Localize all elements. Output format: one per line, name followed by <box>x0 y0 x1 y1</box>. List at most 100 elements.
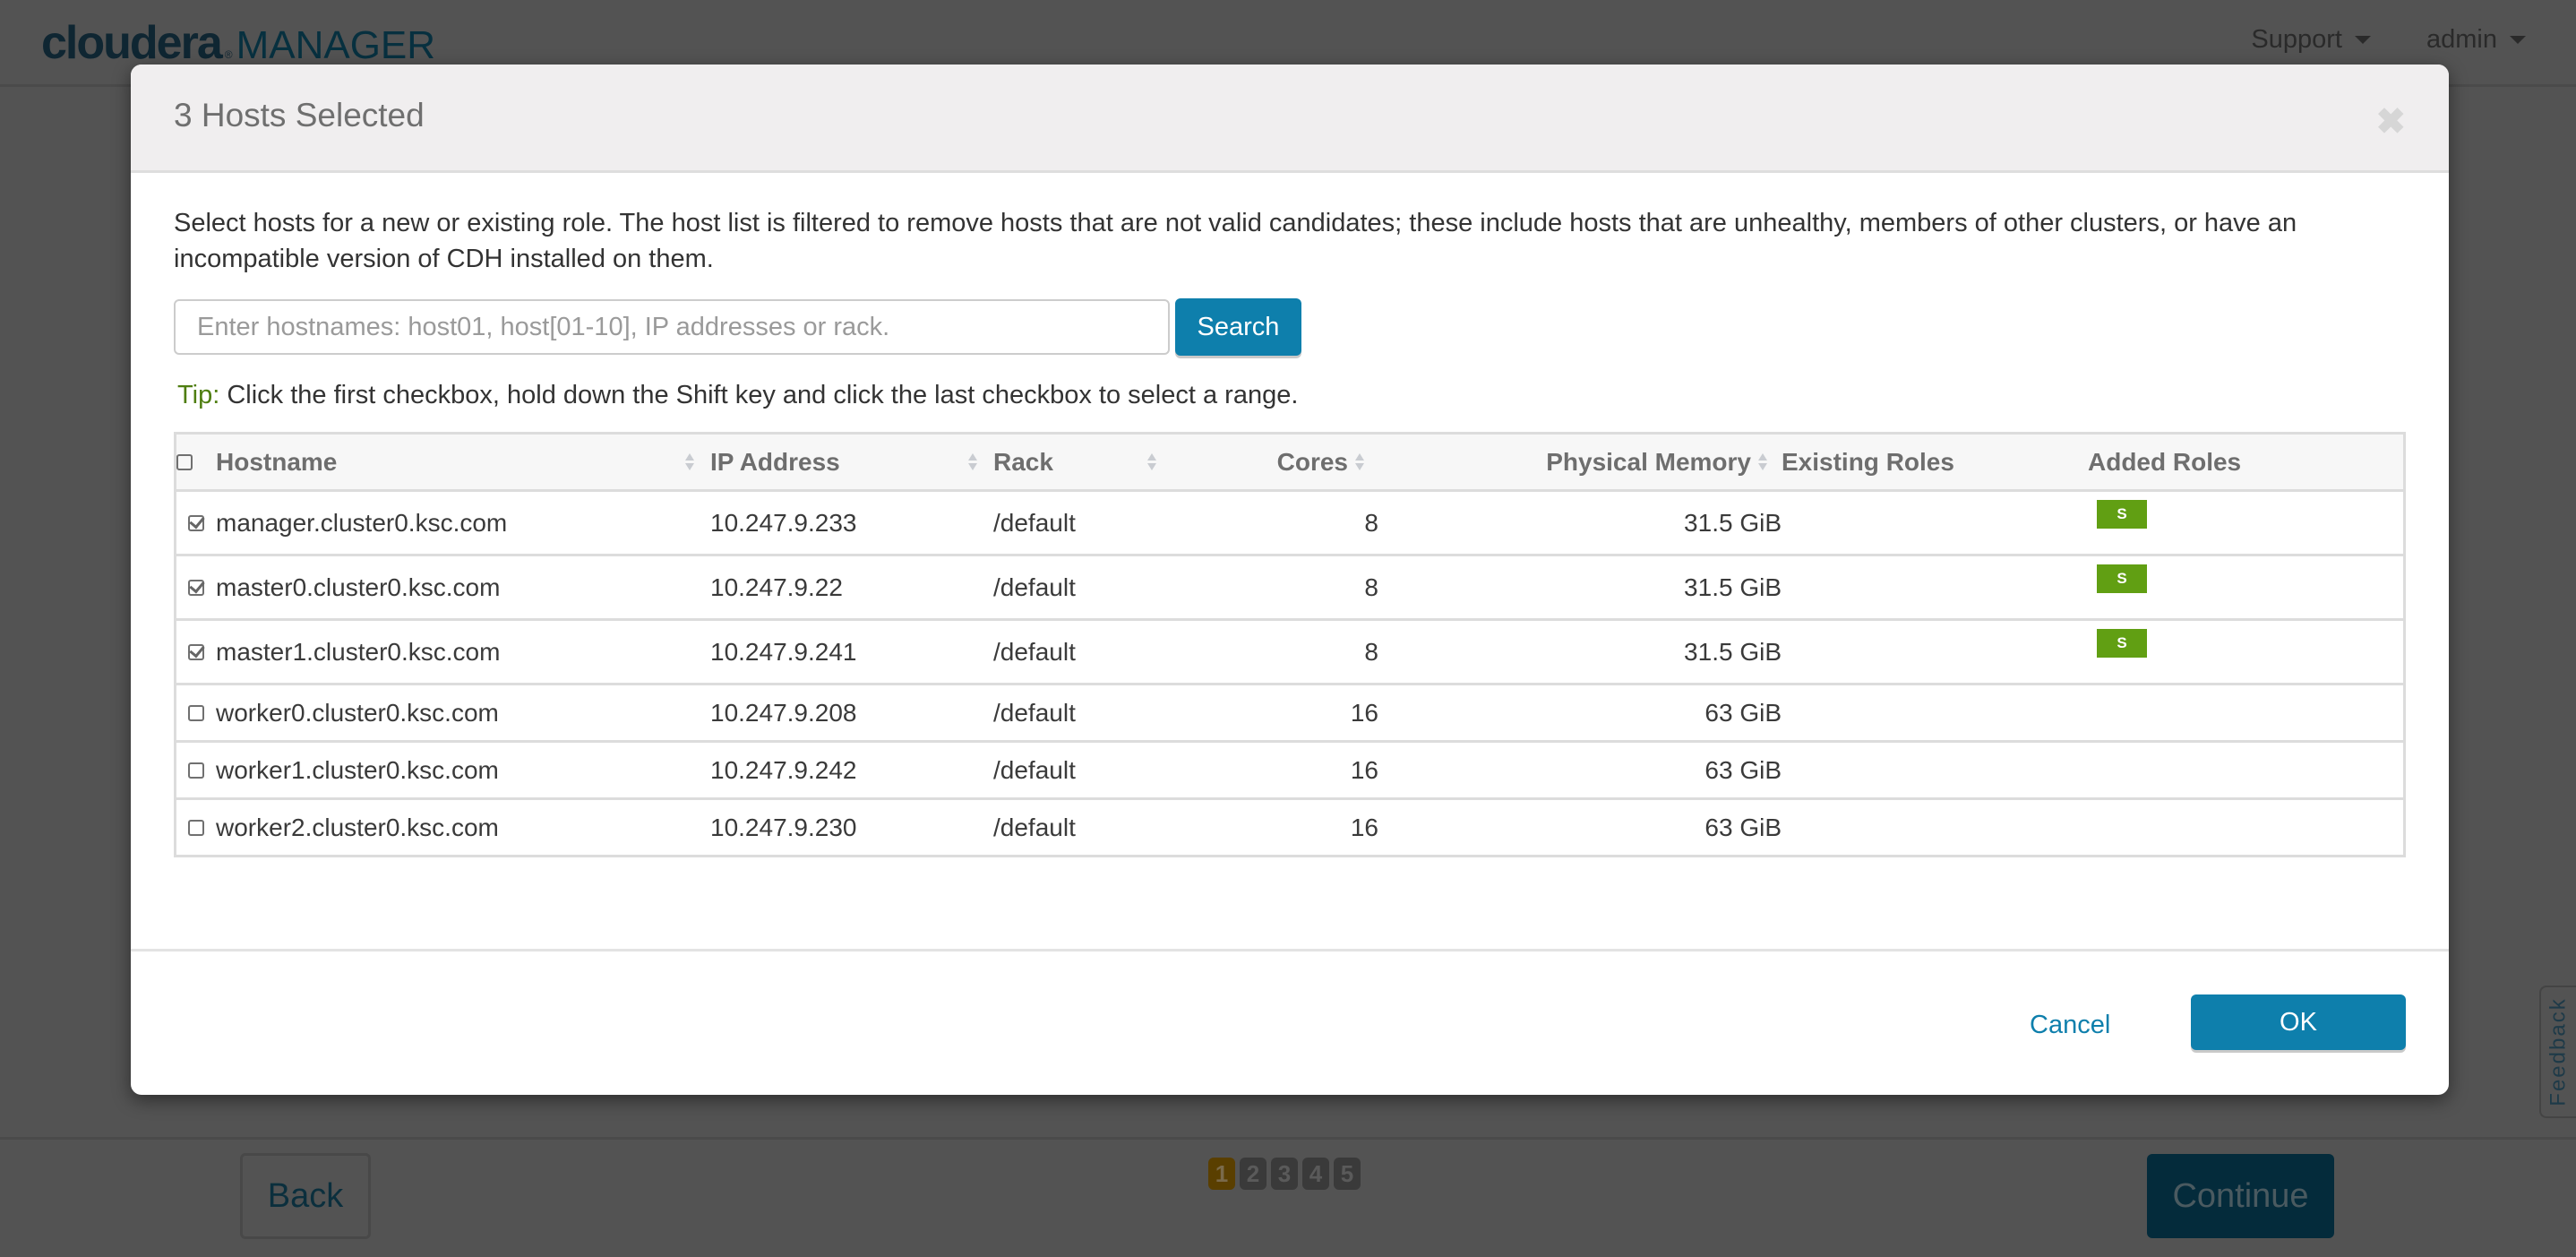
added-roles-cell: S <box>2088 619 2405 685</box>
hostname-cell: worker2.cluster0.ksc.com <box>216 798 710 857</box>
header-rack-label: Rack <box>993 447 1053 476</box>
header-existing-roles-label: Existing Roles <box>1782 447 1954 476</box>
cores-cell: 8 <box>1172 490 1378 556</box>
existing-roles-cell <box>1782 798 2088 857</box>
header-hostname[interactable]: Hostname <box>216 433 710 492</box>
rack-cell: /default <box>993 555 1172 621</box>
host-search-input[interactable] <box>174 299 1170 355</box>
wizard-step-2[interactable]: 2 <box>1240 1158 1267 1190</box>
modal-header: 3 Hosts Selected ✖ <box>131 65 2449 173</box>
host-row[interactable]: manager.cluster0.ksc.com 10.247.9.233/def… <box>175 490 2405 556</box>
select-all-cell <box>175 433 216 492</box>
row-checkbox[interactable] <box>188 643 204 660</box>
rack-cell: /default <box>993 798 1172 857</box>
row-checkbox[interactable] <box>188 704 204 721</box>
sort-icon <box>1147 453 1156 470</box>
user-menu[interactable]: admin <box>2426 25 2526 55</box>
select-all-checkbox[interactable] <box>176 453 193 470</box>
header-existing-roles: Existing Roles <box>1782 433 2088 492</box>
row-select-cell <box>175 555 216 621</box>
role-badge[interactable]: S <box>2097 628 2147 658</box>
row-checkbox[interactable] <box>188 514 204 531</box>
cancel-button[interactable]: Cancel <box>2030 1011 2110 1040</box>
header-ip-address[interactable]: IP Address <box>710 433 993 492</box>
row-select-cell <box>175 741 216 800</box>
physical-memory-cell: 63 GiB <box>1378 684 1782 743</box>
tip-text: Tip: Click the first checkbox, hold down… <box>177 381 2406 410</box>
added-roles-cell: S <box>2088 490 2405 556</box>
header-hostname-label: Hostname <box>216 447 338 476</box>
cores-cell: 8 <box>1172 555 1378 621</box>
wizard-step-5[interactable]: 5 <box>1334 1158 1361 1190</box>
support-menu-label: Support <box>2251 25 2342 54</box>
role-badge[interactable]: S <box>2097 564 2147 593</box>
ip-address-cell: 10.247.9.230 <box>710 798 993 857</box>
header-added-roles-label: Added Roles <box>2088 447 2242 476</box>
logo-manager-text: MANAGER <box>236 23 436 67</box>
added-roles-cell <box>2088 798 2405 857</box>
header-physical-memory[interactable]: Physical Memory <box>1378 433 1782 492</box>
hostname-cell: master0.cluster0.ksc.com <box>216 555 710 621</box>
host-row[interactable]: worker2.cluster0.ksc.com 10.247.9.230/def… <box>175 798 2405 857</box>
physical-memory-cell: 31.5 GiB <box>1378 619 1782 685</box>
host-row[interactable]: worker1.cluster0.ksc.com 10.247.9.242/def… <box>175 741 2405 800</box>
wizard-step-1[interactable]: 1 <box>1208 1158 1235 1190</box>
added-roles-cell <box>2088 684 2405 743</box>
back-button[interactable]: Back <box>240 1153 371 1239</box>
hostname-cell: master1.cluster0.ksc.com <box>216 619 710 685</box>
role-badge[interactable]: S <box>2097 499 2147 529</box>
header-ip-label: IP Address <box>710 447 840 476</box>
cores-cell: 8 <box>1172 619 1378 685</box>
physical-memory-cell: 31.5 GiB <box>1378 490 1782 556</box>
existing-roles-cell <box>1782 490 2088 556</box>
hosts-table: Hostname IP Address Rack Cores Physical … <box>174 432 2406 857</box>
sort-icon <box>1355 453 1364 470</box>
existing-roles-cell <box>1782 619 2088 685</box>
cores-cell: 16 <box>1172 684 1378 743</box>
row-checkbox[interactable] <box>188 579 204 596</box>
tip-label: Tip: <box>177 381 220 409</box>
close-icon[interactable]: ✖ <box>2375 104 2406 140</box>
caret-down-icon <box>2355 36 2371 44</box>
ip-address-cell: 10.247.9.22 <box>710 555 993 621</box>
search-row: Search <box>174 298 2406 356</box>
hostname-cell: manager.cluster0.ksc.com <box>216 490 710 556</box>
sort-icon <box>968 453 977 470</box>
host-row[interactable]: master0.cluster0.ksc.com 10.247.9.22/defa… <box>175 555 2405 621</box>
row-select-cell <box>175 619 216 685</box>
row-select-cell <box>175 798 216 857</box>
existing-roles-cell <box>1782 684 2088 743</box>
ok-button[interactable]: OK <box>2191 994 2406 1050</box>
host-row[interactable]: worker0.cluster0.ksc.com 10.247.9.208/def… <box>175 684 2405 743</box>
physical-memory-cell: 63 GiB <box>1378 798 1782 857</box>
physical-memory-cell: 31.5 GiB <box>1378 555 1782 621</box>
hostname-cell: worker0.cluster0.ksc.com <box>216 684 710 743</box>
host-row[interactable]: master1.cluster0.ksc.com 10.247.9.241/def… <box>175 619 2405 685</box>
row-checkbox[interactable] <box>188 762 204 779</box>
ip-address-cell: 10.247.9.242 <box>710 741 993 800</box>
feedback-tab[interactable]: Feedback <box>2539 986 2576 1118</box>
physical-memory-cell: 63 GiB <box>1378 741 1782 800</box>
cloudera-manager-logo[interactable]: cloudera ® MANAGER <box>41 16 435 70</box>
continue-button[interactable]: Continue <box>2147 1154 2334 1238</box>
wizard-step-3[interactable]: 3 <box>1271 1158 1298 1190</box>
search-button[interactable]: Search <box>1175 298 1301 356</box>
rack-cell: /default <box>993 490 1172 556</box>
header-cores[interactable]: Cores <box>1172 433 1378 492</box>
sort-icon <box>685 453 694 470</box>
rack-cell: /default <box>993 619 1172 685</box>
modal-body: Select hosts for a new or existing role.… <box>131 205 2449 857</box>
caret-down-icon <box>2510 36 2526 44</box>
row-checkbox[interactable] <box>188 819 204 836</box>
rack-cell: /default <box>993 741 1172 800</box>
sort-icon <box>1758 453 1767 470</box>
header-cores-label: Cores <box>1276 447 1348 476</box>
added-roles-cell <box>2088 741 2405 800</box>
support-menu[interactable]: Support <box>2251 25 2371 55</box>
user-menu-label: admin <box>2426 25 2497 54</box>
header-rack[interactable]: Rack <box>993 433 1172 492</box>
modal-footer: Cancel OK <box>131 949 2449 1095</box>
ip-address-cell: 10.247.9.208 <box>710 684 993 743</box>
wizard-step-4[interactable]: 4 <box>1302 1158 1329 1190</box>
cores-cell: 16 <box>1172 741 1378 800</box>
